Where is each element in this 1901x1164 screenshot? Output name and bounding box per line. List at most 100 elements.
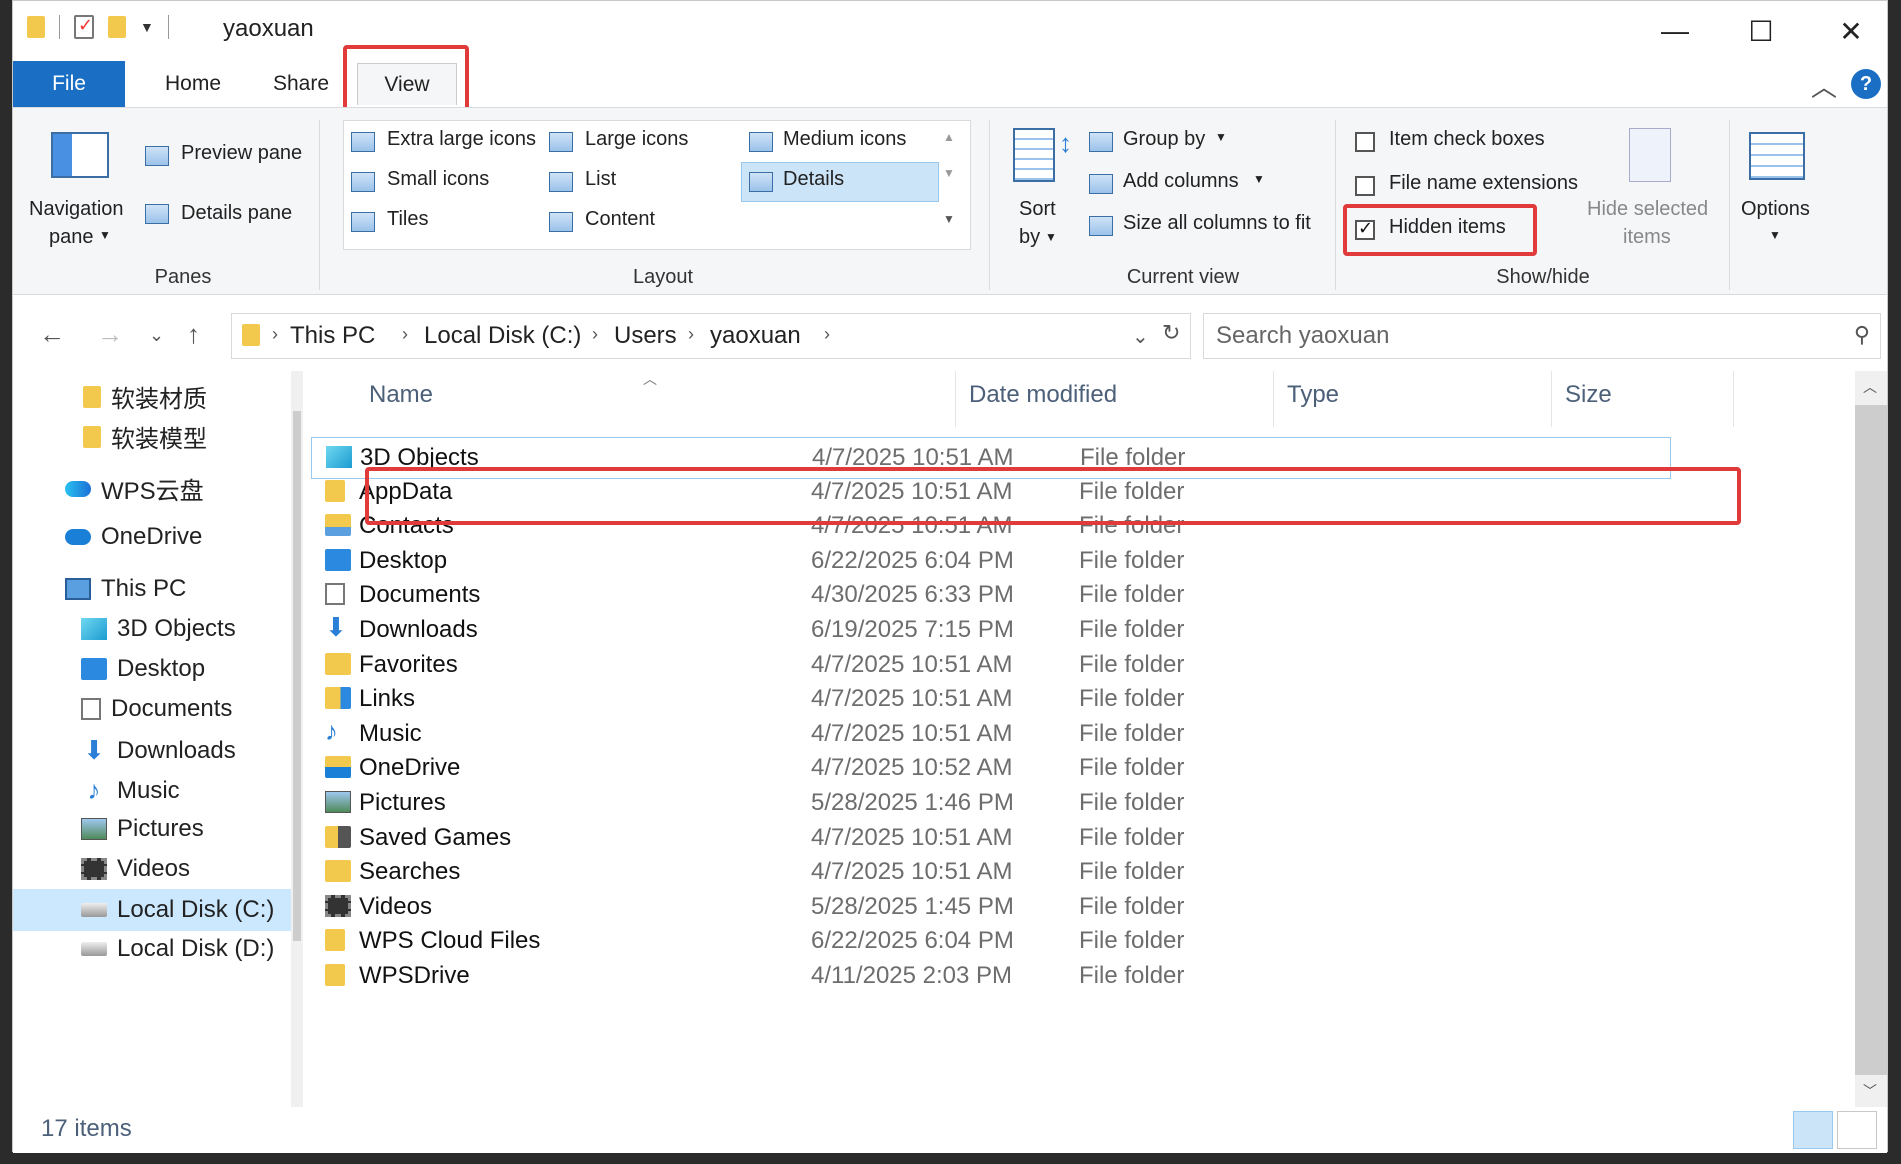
layout-list[interactable]: List [585,168,616,191]
collapse-ribbon-chevron-up-icon[interactable]: ︿ [1811,67,1837,104]
nav-item-onedrive[interactable]: OneDrive [65,523,202,551]
nav-item-local-disk-c[interactable]: Local Disk (C:) [13,889,291,931]
small-icons-icon [351,172,375,192]
nav-item-desktop[interactable]: Desktop [81,655,205,683]
layout-extra-large-icons[interactable]: Extra large icons [387,128,536,151]
file-date-modified: 4/7/2025 10:51 AM [811,858,1013,886]
details-pane-button[interactable]: Details pane [181,202,292,225]
nav-scrollbar-thumb[interactable] [293,411,301,941]
hide-selected-items-button[interactable]: Hide selected [1587,198,1708,221]
tab-home[interactable]: Home [145,63,241,105]
back-arrow-icon[interactable]: ← [39,319,65,350]
scroll-up-chevron-icon[interactable]: ︿ [1863,377,1877,397]
file-list-scrollbar-thumb[interactable] [1855,405,1887,1075]
breadcrumb-this-pc[interactable]: This PC [290,322,375,350]
recent-locations-chevron-icon[interactable]: ⌄ [149,325,164,346]
nav-item-this-pc[interactable]: This PC [65,575,186,603]
minimize-button[interactable]: — [1643,9,1707,53]
maximize-button[interactable]: ☐ [1729,9,1793,53]
nav-item-wps-cloud[interactable]: WPS云盘 [65,471,204,506]
title-bar: ▼ yaoxuan — ☐ ✕ [13,1,1887,61]
breadcrumb-chevron-icon[interactable]: › [402,324,408,345]
nav-item-label: Music [117,776,180,804]
nav-item-local-disk-d[interactable]: Local Disk (D:) [81,935,274,963]
add-columns-icon [1089,174,1113,194]
file-row[interactable]: WPSDrive 4/11/2025 2:03 PM File folder [311,956,1671,998]
column-header-type[interactable]: Type [1287,381,1339,409]
gallery-expand-icon[interactable]: ▼ [943,212,955,226]
breadcrumb-chevron-icon[interactable]: › [272,324,278,345]
help-icon[interactable]: ? [1851,69,1881,99]
file-name: OneDrive [359,754,461,782]
close-button[interactable]: ✕ [1819,9,1883,53]
nav-item-pictures[interactable]: Pictures [81,815,204,843]
nav-scrollbar[interactable] [291,371,303,1107]
breadcrumb-yaoxuan[interactable]: yaoxuan [710,322,801,350]
tab-file[interactable]: File [13,61,125,107]
forward-arrow-icon[interactable]: → [97,319,123,350]
column-divider[interactable] [1551,371,1552,427]
breadcrumb-users[interactable]: Users [614,322,677,350]
up-arrow-icon[interactable]: ↑ [187,319,200,350]
chevron-down-icon: ▼ [99,228,111,242]
search-box[interactable]: Search yaoxuan ⚲ [1203,313,1881,359]
layout-large-icons[interactable]: Large icons [585,128,688,151]
downloads-icon: ⬇ [83,735,105,765]
add-columns-button[interactable]: Add columns [1123,170,1239,193]
layout-tiles[interactable]: Tiles [387,208,428,231]
navigation-pane-button-line2[interactable]: pane [49,226,94,249]
column-header-size[interactable]: Size [1565,381,1612,409]
layout-content[interactable]: Content [585,208,655,231]
gallery-scroll-down-icon[interactable]: ▼ [943,166,955,180]
column-divider[interactable] [1273,371,1274,427]
address-bar[interactable]: › This PC › Local Disk (C:) › Users › ya… [231,313,1191,359]
search-input[interactable]: Search yaoxuan [1216,322,1389,350]
properties-icon[interactable] [74,15,94,39]
file-name-extensions-checkbox[interactable] [1355,176,1375,196]
nav-item-label: 3D Objects [117,615,236,642]
file-date-modified: 6/22/2025 6:04 PM [811,927,1014,955]
breadcrumb-chevron-icon[interactable]: › [592,324,598,345]
nav-item-videos[interactable]: Videos [81,855,190,883]
navigation-pane-button[interactable]: Navigation [29,198,124,221]
breadcrumb-chevron-icon[interactable]: › [688,324,694,345]
nav-item-downloads[interactable]: ⬇ Downloads [81,735,236,766]
column-header-date-modified[interactable]: Date modified [969,381,1117,409]
refresh-icon[interactable]: ↻ [1162,320,1180,346]
address-dropdown-chevron-icon[interactable]: ⌄ [1132,324,1149,349]
search-icon[interactable]: ⚲ [1854,322,1870,348]
nav-item-ruanzhuang-moxing[interactable]: 软装模型 [83,419,207,454]
large-icons-icon [549,132,573,152]
layout-details[interactable]: Details [783,168,844,191]
item-check-boxes-checkbox[interactable] [1355,132,1375,152]
new-folder-icon[interactable] [108,16,126,38]
tab-share[interactable]: Share [257,63,345,105]
large-icons-view-icon[interactable] [1837,1111,1877,1149]
size-all-columns-button[interactable]: Size all columns to fit [1123,212,1311,235]
saved-games-icon [325,825,351,848]
nav-item-music[interactable]: ♪ Music [81,775,180,806]
layout-medium-icons[interactable]: Medium icons [783,128,906,151]
chevron-down-icon: ▼ [1215,130,1227,144]
nav-item-ruanzhuang-caizhi[interactable]: 软装材质 [83,379,207,414]
group-by-button[interactable]: Group by [1123,128,1205,151]
column-divider[interactable] [1733,371,1734,427]
breadcrumb-local-disk-c[interactable]: Local Disk (C:) [424,322,581,350]
breadcrumb-chevron-icon[interactable]: › [824,324,830,345]
sort-by-button[interactable]: Sort [1019,198,1056,221]
3d-objects-icon [326,446,352,468]
hide-selected-items-button-line2[interactable]: items [1623,226,1671,249]
scroll-down-chevron-icon[interactable]: ﹀ [1863,1081,1877,1101]
column-header-name[interactable]: Name [369,381,433,409]
customize-toolbar-chevron-icon[interactable]: ▼ [140,19,154,35]
options-button[interactable]: Options [1741,198,1810,221]
sort-by-button-line2[interactable]: by [1019,226,1040,249]
nav-item-documents[interactable]: Documents [81,695,232,723]
file-list-scrollbar[interactable]: ︿ ﹀ [1855,371,1887,1107]
gallery-scroll-up-icon[interactable]: ▲ [943,130,955,144]
nav-item-3d-objects[interactable]: 3D Objects [81,615,236,643]
details-view-icon[interactable] [1793,1111,1833,1149]
layout-small-icons[interactable]: Small icons [387,168,489,191]
column-divider[interactable] [955,371,956,427]
preview-pane-button[interactable]: Preview pane [181,142,302,165]
